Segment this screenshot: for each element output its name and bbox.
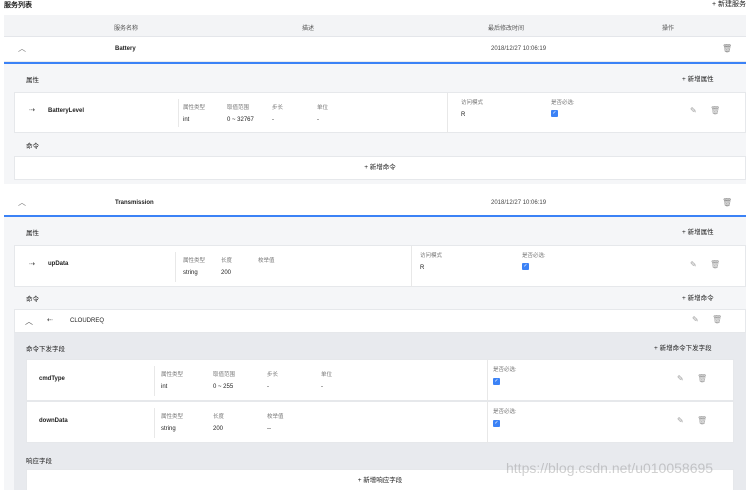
field-card-cmdtype: cmdType 属性类型 int 取值范围 0 ~ 255 步长 - 单位 - …	[26, 359, 734, 401]
unit-label: 单位	[321, 372, 333, 378]
property-card-updata: ⇢ upData 属性类型 string 长度 200 枚举值 访问模式 R 是…	[14, 245, 746, 287]
required-checkbox[interactable]: ✓	[551, 110, 558, 117]
command-name: CLOUDREQ	[70, 318, 105, 324]
step-value: -	[272, 117, 274, 123]
properties-section-label: 属性	[26, 230, 39, 237]
access-value: R	[461, 112, 466, 118]
add-command-field-button[interactable]: + 新增命令下发字段	[654, 342, 712, 352]
unit-label: 单位	[317, 105, 329, 111]
required-checkbox[interactable]: ✓	[493, 420, 500, 427]
service-row-transmission[interactable]: ︿ Transmission 2018/12/27 10:06:19 🗑	[4, 192, 746, 216]
required-label: 是否必选:	[522, 253, 546, 259]
delete-trash-icon[interactable]: 🗑	[697, 416, 707, 425]
field-card-downdata: downData 属性类型 string 长度 200 枚举值 -- 是否必选:…	[26, 401, 734, 443]
column-header-name: 服务名称	[114, 26, 139, 32]
type-value: string	[183, 270, 198, 276]
range-label: 取值范围	[213, 372, 236, 378]
access-value: R	[420, 265, 425, 271]
add-command-button[interactable]: + 新增命令	[14, 156, 746, 180]
service-name: Transmission	[115, 200, 154, 206]
property-card-batterylevel: ⇢ BatteryLevel 属性类型 int 取值范围 0 ~ 32767 步…	[14, 92, 746, 133]
delete-trash-icon[interactable]: 🗑	[710, 260, 720, 269]
step-value: -	[267, 384, 269, 390]
type-label: 属性类型	[161, 414, 184, 420]
property-name: upData	[48, 261, 69, 267]
type-label: 属性类型	[183, 105, 206, 111]
required-checkbox[interactable]: ✓	[522, 263, 529, 270]
table-header: 服务名称 描述 最后修改时间 操作	[4, 15, 746, 37]
access-label: 访问模式	[420, 253, 443, 259]
column-header-description: 描述	[302, 26, 315, 32]
collapse-chevron-icon[interactable]: ︿	[25, 316, 33, 327]
type-label: 属性类型	[161, 372, 184, 378]
service-panel-transmission: 属性 + 新增属性 ⇢ upData 属性类型 string 长度 200 枚举…	[4, 215, 746, 490]
add-command-button[interactable]: + 新增命令	[682, 292, 714, 302]
delete-service-trash-icon[interactable]: 🗑	[722, 198, 732, 207]
add-property-button[interactable]: + 新增属性	[682, 73, 714, 83]
property-arrow-icon: ⇢	[29, 261, 35, 268]
range-label: 取值范围	[227, 105, 250, 111]
property-name: BatteryLevel	[48, 108, 85, 114]
required-label: 是否必选:	[493, 409, 517, 415]
unit-value: -	[321, 384, 323, 390]
length-label: 长度	[213, 414, 225, 420]
service-row-battery[interactable]: ︿ Battery 2018/12/27 10:06:19 🗑	[4, 38, 746, 62]
edit-pencil-icon[interactable]: ✎	[692, 315, 699, 324]
type-label: 属性类型	[183, 258, 206, 264]
service-modified-time: 2018/12/27 10:06:19	[491, 200, 547, 206]
new-service-button[interactable]: + 新建服务	[712, 0, 746, 9]
required-label: 是否必选:	[551, 100, 575, 106]
type-value: int	[183, 117, 190, 123]
access-label: 访问模式	[461, 100, 484, 106]
properties-section-label: 属性	[26, 77, 39, 84]
commands-section-label: 命令	[26, 296, 39, 303]
collapse-chevron-icon[interactable]: ︿	[18, 43, 26, 54]
delete-service-trash-icon[interactable]: 🗑	[722, 44, 732, 53]
property-arrow-icon: ⇢	[29, 107, 35, 114]
field-name: cmdType	[39, 376, 65, 382]
range-value: 0 ~ 32767	[227, 117, 254, 123]
length-value: 200	[221, 270, 232, 276]
service-modified-time: 2018/12/27 10:06:19	[491, 46, 547, 52]
type-value: int	[161, 384, 168, 390]
column-header-actions: 操作	[662, 26, 675, 32]
add-property-button[interactable]: + 新增属性	[682, 226, 714, 236]
range-value: 0 ~ 255	[213, 384, 234, 390]
command-row-cloudreq[interactable]: ︿ ⇠ CLOUDREQ ✎ 🗑	[14, 309, 746, 333]
enum-value: --	[267, 426, 271, 432]
enum-label: 枚举值	[258, 258, 275, 264]
length-value: 200	[213, 426, 224, 432]
commands-section-label: 命令	[26, 143, 39, 150]
collapse-chevron-icon[interactable]: ︿	[18, 197, 26, 208]
delete-trash-icon[interactable]: 🗑	[712, 315, 722, 324]
page-title: 服务列表	[4, 2, 32, 9]
command-arrow-icon: ⇠	[47, 317, 53, 324]
field-name: downData	[39, 418, 68, 424]
required-label: 是否必选:	[493, 367, 517, 373]
watermark-text: https://blog.csdn.net/u010058695	[506, 460, 714, 476]
delete-trash-icon[interactable]: 🗑	[710, 106, 720, 115]
edit-pencil-icon[interactable]: ✎	[690, 106, 697, 115]
step-label: 步长	[272, 105, 284, 111]
response-fields-label: 响应字段	[26, 458, 52, 465]
unit-value: -	[317, 117, 319, 123]
service-panel-battery: 属性 + 新增属性 ⇢ BatteryLevel 属性类型 int 取值范围 0…	[4, 62, 746, 184]
column-header-modified: 最后修改时间	[488, 26, 525, 32]
delete-trash-icon[interactable]: 🗑	[697, 374, 707, 383]
required-checkbox[interactable]: ✓	[493, 378, 500, 385]
service-name: Battery	[115, 46, 136, 52]
edit-pencil-icon[interactable]: ✎	[677, 374, 684, 383]
command-fields-label: 命令下发字段	[26, 346, 65, 353]
step-label: 步长	[267, 372, 279, 378]
enum-label: 枚举值	[267, 414, 284, 420]
type-value: string	[161, 426, 176, 432]
length-label: 长度	[221, 258, 233, 264]
edit-pencil-icon[interactable]: ✎	[677, 416, 684, 425]
edit-pencil-icon[interactable]: ✎	[690, 260, 697, 269]
